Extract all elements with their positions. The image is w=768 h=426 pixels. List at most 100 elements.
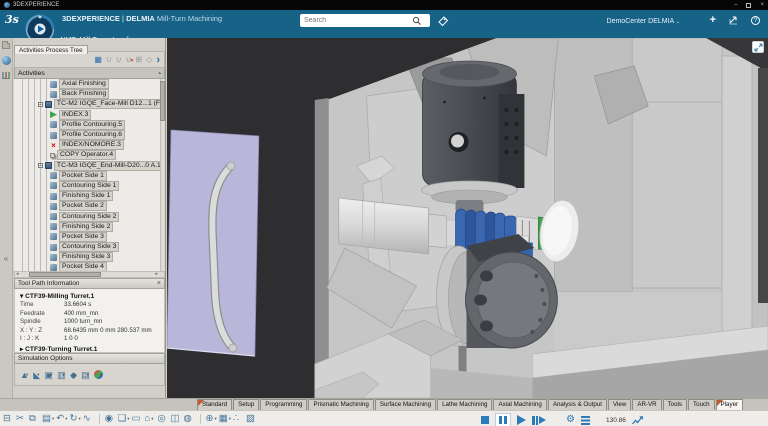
tree-item[interactable]: Finishing Side 2 bbox=[14, 222, 165, 232]
simulation-option-button[interactable]: ▥ ▾ bbox=[57, 370, 65, 380]
tree-item[interactable]: Contouring Side 2 bbox=[14, 211, 165, 221]
step-forward-button[interactable] bbox=[532, 416, 546, 425]
tree-toolbar-icon[interactable]: ⊞ bbox=[135, 56, 142, 64]
simulation-option-button[interactable]: ◆ ▾ bbox=[70, 370, 76, 380]
maximize-button[interactable] bbox=[746, 3, 751, 8]
tree-item[interactable]: Contouring Side 1 bbox=[14, 181, 165, 191]
operation-icon bbox=[50, 233, 57, 240]
search-icon[interactable] bbox=[412, 16, 422, 26]
tree-item[interactable]: Profile Contouring.6 bbox=[14, 130, 165, 140]
tree-toolbar-icon[interactable]: ◇ bbox=[146, 56, 152, 64]
workbench-tab-track: StandardSetupProgrammingPrismatic Machin… bbox=[0, 398, 768, 410]
expander-icon[interactable] bbox=[38, 163, 43, 168]
tree-toolbar-icon[interactable]: ∪ bbox=[126, 56, 132, 64]
action-bar-icon[interactable]: ↶▾ bbox=[56, 413, 67, 425]
tree-toolbar-icon[interactable]: ▦ bbox=[94, 56, 102, 64]
simulation-option-button[interactable]: ▲ ▾ bbox=[20, 370, 28, 380]
expand-viewport-button[interactable] bbox=[752, 41, 764, 53]
tree-item[interactable]: TC-M3 IGQE_End-Mill-D20...0 A.1 (End Mil… bbox=[14, 161, 165, 171]
folder-icon[interactable] bbox=[2, 43, 10, 49]
milling-turret-section[interactable]: ▾ CTF39-Milling Turret.1 bbox=[20, 292, 161, 300]
stop-button[interactable] bbox=[481, 416, 489, 424]
action-bar-icon[interactable]: ❏▾ bbox=[118, 413, 130, 425]
player-settings-gear-icon[interactable]: ⚙ bbox=[566, 414, 575, 426]
operation-icon bbox=[50, 132, 57, 139]
close-icon[interactable]: × bbox=[157, 280, 161, 287]
action-bar-icon[interactable]: ◫ bbox=[171, 413, 182, 425]
action-bar-icon[interactable]: ▭ bbox=[132, 413, 143, 425]
tree-item[interactable]: Finishing Side 1 bbox=[14, 191, 165, 201]
share-icon[interactable] bbox=[728, 15, 739, 25]
action-bar-icon[interactable]: ⊟ bbox=[3, 413, 14, 425]
3d-viewport[interactable] bbox=[167, 38, 768, 398]
scroll-right-icon[interactable]: ▸ bbox=[155, 272, 158, 277]
tree-vertical-scrollbar[interactable] bbox=[160, 79, 165, 271]
tree-item[interactable]: COPY Operator.4 bbox=[14, 150, 165, 160]
action-bar-icon[interactable]: ⧉ bbox=[29, 413, 40, 425]
minimize-button[interactable]: – bbox=[734, 2, 737, 8]
scroll-left-icon[interactable]: ◂ bbox=[16, 272, 19, 277]
tree-horizontal-scrollbar[interactable]: ◂ ▸ bbox=[14, 271, 165, 278]
action-bar-icon[interactable] bbox=[200, 414, 201, 424]
scroll-up-icon[interactable]: ▴ bbox=[158, 70, 161, 76]
action-bar-icon[interactable]: ⌂▾ bbox=[145, 413, 156, 425]
operation-icon bbox=[45, 162, 52, 169]
operation-icon bbox=[50, 254, 57, 261]
action-bar-icon[interactable]: ∴ bbox=[233, 413, 244, 425]
feedrate-graph-icon[interactable] bbox=[632, 416, 643, 425]
tree-item[interactable]: INDEX/NOMORE.3 bbox=[14, 140, 165, 150]
tree-item[interactable]: Pocket Side 4 bbox=[14, 262, 165, 271]
action-bar-icon[interactable]: ✂ bbox=[16, 413, 27, 425]
tree-toolbar-icon[interactable]: ∪ bbox=[116, 56, 122, 64]
tree-item[interactable]: Contouring Side 3 bbox=[14, 242, 165, 252]
pause-button[interactable] bbox=[495, 413, 511, 426]
action-bar-icon[interactable] bbox=[99, 414, 100, 424]
action-bar-icon[interactable]: ∿ bbox=[83, 413, 94, 425]
tree-toolbar-icon[interactable]: ∪ bbox=[106, 56, 112, 64]
search-input[interactable] bbox=[300, 17, 412, 24]
help-icon[interactable]: ? bbox=[751, 16, 760, 25]
tree-item[interactable]: INDEX.3 bbox=[14, 110, 165, 120]
activities-process-tree-tab[interactable]: Activities Process Tree bbox=[14, 45, 88, 54]
player-list-icon[interactable] bbox=[581, 416, 590, 425]
tool-path-info-header[interactable]: Tool Path Information × bbox=[14, 278, 165, 289]
expander-icon[interactable] bbox=[38, 102, 43, 107]
action-bar-icon[interactable]: ⊕▾ bbox=[206, 413, 217, 425]
simulation-option-button[interactable]: ◣ ▾ bbox=[33, 370, 39, 380]
panel-edge-strip: « bbox=[0, 38, 13, 398]
simulation-option-button[interactable]: ▤ ▾ bbox=[81, 370, 89, 380]
tag-icon[interactable] bbox=[438, 16, 449, 27]
compass-ball-icon[interactable] bbox=[2, 56, 11, 65]
action-bar-icon[interactable]: ▦▾ bbox=[219, 413, 231, 425]
tree-item-label: TC-M2 IGQE_Face-Mill D12...1 (Face Mill … bbox=[54, 99, 165, 109]
user-menu[interactable]: DemoCenter DELMIA ⌄ bbox=[607, 18, 680, 25]
simulation-options-header[interactable]: Simulation Options bbox=[14, 353, 165, 364]
action-bar-icon[interactable]: ▧ bbox=[246, 413, 257, 425]
simulation-option-button[interactable]: ▾ bbox=[94, 370, 102, 379]
collapse-panel-arrow[interactable]: « bbox=[4, 254, 8, 263]
add-app-button[interactable]: + bbox=[710, 15, 716, 25]
play-button[interactable] bbox=[517, 415, 526, 425]
chart-icon[interactable] bbox=[2, 72, 10, 79]
machine-3d-scene[interactable] bbox=[167, 38, 768, 398]
tree-item[interactable]: TC-M2 IGQE_Face-Mill D12...1 (Face Mill … bbox=[14, 99, 165, 109]
close-button[interactable]: × bbox=[760, 2, 764, 8]
tree-item[interactable]: Back Finishing bbox=[14, 89, 165, 99]
tree-toolbar-icon[interactable]: › bbox=[156, 56, 160, 64]
action-bar-icon[interactable]: ▤▾ bbox=[42, 413, 54, 425]
action-bar-icon[interactable]: ◉ bbox=[105, 413, 116, 425]
turning-turret-section[interactable]: ▸ CTF39-Turning Turret.1 bbox=[20, 345, 161, 353]
tree-item[interactable]: Pocket Side 3 bbox=[14, 232, 165, 242]
operation-icon bbox=[50, 182, 57, 189]
action-bar-icon[interactable]: ◍ bbox=[184, 413, 195, 425]
simulation-option-button[interactable]: ▣ ▾ bbox=[44, 370, 52, 380]
tree-item[interactable]: Axial Finishing bbox=[14, 79, 165, 89]
tree-item[interactable]: Profile Contouring.5 bbox=[14, 120, 165, 130]
action-bar-icon[interactable]: ◎ bbox=[158, 413, 169, 425]
search-box[interactable] bbox=[300, 14, 430, 27]
action-bar-icon[interactable]: ↻▾ bbox=[69, 413, 80, 425]
tree-item[interactable]: Finishing Side 3 bbox=[14, 252, 165, 262]
tree-root-header[interactable]: Activities ▴ bbox=[14, 68, 165, 79]
tree-item[interactable]: Pocket Side 1 bbox=[14, 171, 165, 181]
tree-item[interactable]: Pocket Side 2 bbox=[14, 201, 165, 211]
